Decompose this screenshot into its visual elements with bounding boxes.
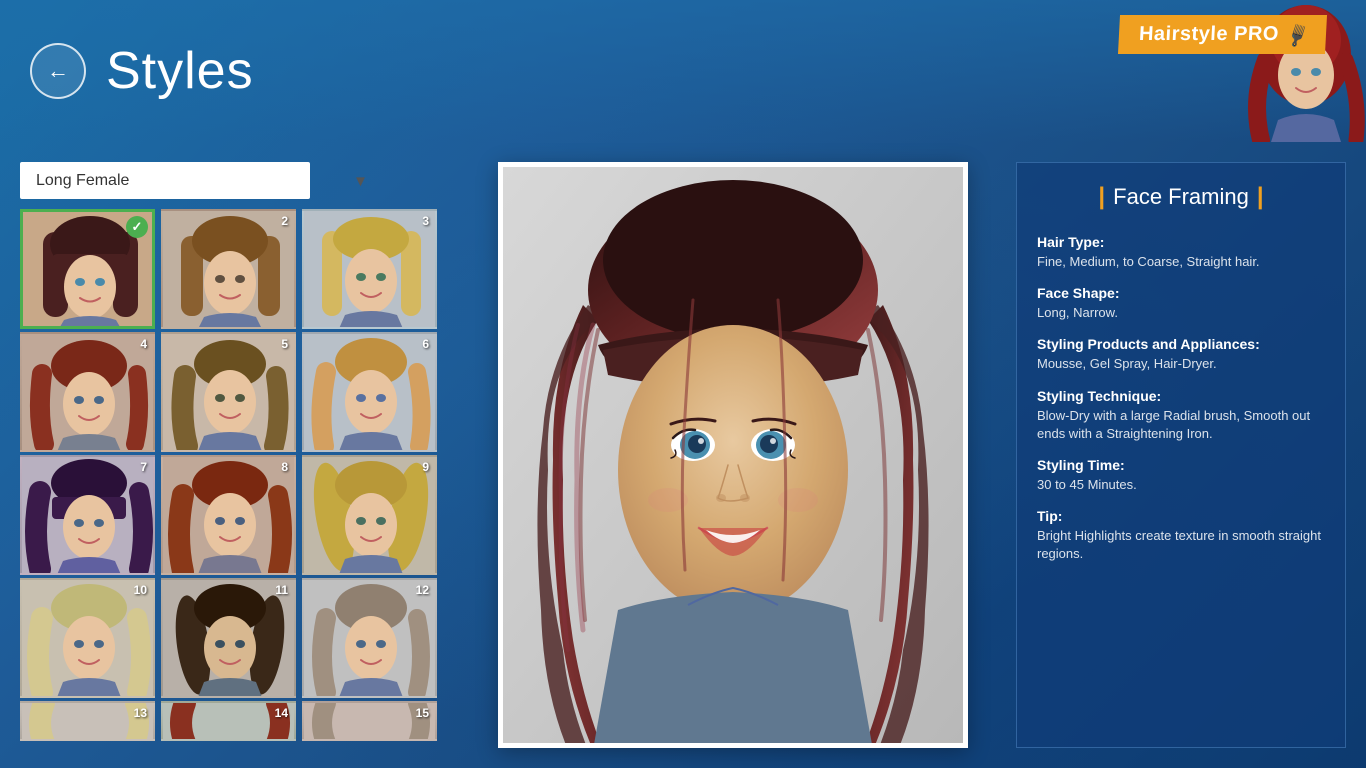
style-item-1[interactable]: ✓	[20, 209, 155, 329]
panel-title: | Face Framing |	[1037, 183, 1325, 216]
style-item-15[interactable]: 15	[302, 701, 437, 741]
style-item-6[interactable]: 6	[302, 332, 437, 452]
brand-name: Hairstyle PRO	[1139, 23, 1280, 46]
branding-area: Hairstyle PRO 🪮	[1056, 0, 1366, 142]
item-number-7: 7	[140, 460, 147, 474]
styling-technique-label: Styling Technique:	[1037, 388, 1325, 404]
preview-illustration	[503, 167, 963, 743]
chevron-down-icon: ▾	[356, 170, 365, 191]
page-title: Styles	[106, 41, 254, 101]
title-pipe-right: |	[1257, 183, 1264, 211]
info-tip: Tip: Bright Highlights create texture in…	[1037, 508, 1325, 563]
left-panel: Long Female Short Female Medium Female L…	[20, 162, 450, 748]
face-shape-label: Face Shape:	[1037, 285, 1325, 301]
style-item-13[interactable]: 13	[20, 701, 155, 741]
hair-type-label: Hair Type:	[1037, 234, 1325, 250]
style-item-3[interactable]: 3	[302, 209, 437, 329]
info-face-shape: Face Shape: Long, Narrow.	[1037, 285, 1325, 322]
style-item-12[interactable]: 12	[302, 578, 437, 698]
preview-frame	[498, 162, 968, 748]
tip-value: Bright Highlights create texture in smoo…	[1037, 528, 1321, 561]
brand-banner: Hairstyle PRO 🪮	[1118, 15, 1327, 54]
styling-time-value: 30 to 45 Minutes.	[1037, 477, 1137, 492]
style-item-14[interactable]: 14	[161, 701, 296, 741]
item-number-13: 13	[134, 706, 147, 720]
item-number-9: 9	[422, 460, 429, 474]
item-number-3: 3	[422, 214, 429, 228]
style-item-5[interactable]: 5	[161, 332, 296, 452]
back-button[interactable]: ←	[30, 43, 86, 99]
header: ← Styles Hairstyle PRO 🪮	[0, 0, 1366, 142]
item-number-5: 5	[281, 337, 288, 351]
back-icon: ←	[47, 58, 69, 84]
dropdown-container: Long Female Short Female Medium Female L…	[20, 162, 450, 199]
style-grid: ✓ 2	[20, 209, 440, 741]
style-item-9[interactable]: 9	[302, 455, 437, 575]
category-dropdown[interactable]: Long Female Short Female Medium Female L…	[20, 162, 310, 199]
item-number-6: 6	[422, 337, 429, 351]
info-styling-technique: Styling Technique: Blow-Dry with a large…	[1037, 388, 1325, 443]
style-item-10[interactable]: 10	[20, 578, 155, 698]
info-hair-type: Hair Type: Fine, Medium, to Coarse, Stra…	[1037, 234, 1325, 271]
item-number-14: 14	[275, 706, 288, 720]
styling-products-value: Mousse, Gel Spray, Hair-Dryer.	[1037, 356, 1217, 371]
selected-checkmark: ✓	[126, 216, 148, 238]
comb-icon: 🪮	[1284, 20, 1314, 50]
item-number-10: 10	[134, 583, 147, 597]
item-number-12: 12	[416, 583, 429, 597]
styling-products-label: Styling Products and Appliances:	[1037, 336, 1325, 352]
item-number-15: 15	[416, 706, 429, 720]
title-pipe-left: |	[1098, 183, 1105, 211]
style-name: Face Framing	[1113, 184, 1249, 210]
item-number-8: 8	[281, 460, 288, 474]
right-panel: | Face Framing | Hair Type: Fine, Medium…	[1016, 162, 1346, 748]
styling-time-label: Styling Time:	[1037, 457, 1325, 473]
item-number-2: 2	[281, 214, 288, 228]
item-number-11: 11	[275, 583, 288, 597]
info-styling-time: Styling Time: 30 to 45 Minutes.	[1037, 457, 1325, 494]
main-content: Long Female Short Female Medium Female L…	[0, 142, 1366, 768]
style-item-4[interactable]: 4	[20, 332, 155, 452]
face-shape-value: Long, Narrow.	[1037, 305, 1118, 320]
style-item-7[interactable]: 7	[20, 455, 155, 575]
style-item-8[interactable]: 8	[161, 455, 296, 575]
hair-type-value: Fine, Medium, to Coarse, Straight hair.	[1037, 254, 1260, 269]
style-item-2[interactable]: 2	[161, 209, 296, 329]
item-number-4: 4	[140, 337, 147, 351]
styling-technique-value: Blow-Dry with a large Radial brush, Smoo…	[1037, 408, 1310, 441]
info-styling-products: Styling Products and Appliances: Mousse,…	[1037, 336, 1325, 373]
preview-inner	[503, 167, 963, 743]
center-preview	[450, 162, 1016, 748]
tip-label: Tip:	[1037, 508, 1325, 524]
style-item-11[interactable]: 11	[161, 578, 296, 698]
